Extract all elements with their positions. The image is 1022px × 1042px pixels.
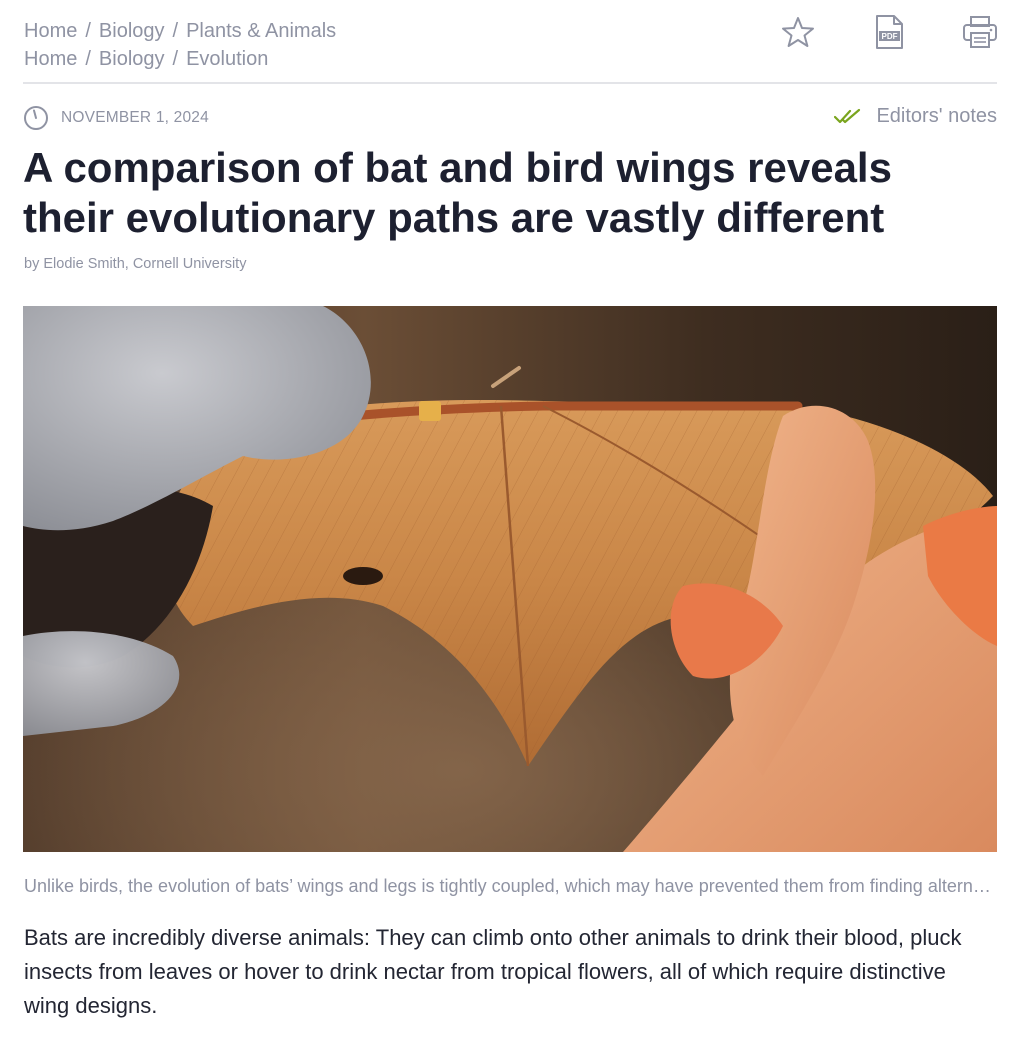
printer-icon xyxy=(963,16,997,48)
breadcrumb-separator: / xyxy=(172,48,179,70)
affiliation-link[interactable]: Cornell University xyxy=(133,256,247,272)
breadcrumb-link-evolution[interactable]: Evolution xyxy=(186,48,268,70)
author-link[interactable]: Elodie Smith xyxy=(43,256,124,272)
breadcrumb-link-biology[interactable]: Biology xyxy=(99,20,165,42)
pdf-button[interactable]: PDF xyxy=(871,14,907,50)
article-lead-paragraph: Bats are incredibly diverse animals: The… xyxy=(24,925,962,1018)
hero-image xyxy=(23,306,997,852)
image-caption: Unlike birds, the evolution of bats’ win… xyxy=(24,876,996,896)
pdf-icon-label: PDF xyxy=(882,32,898,41)
clock-icon xyxy=(24,106,48,130)
star-icon xyxy=(782,17,814,47)
breadcrumb: Home / Biology / Evolution xyxy=(24,45,336,73)
pdf-icon: PDF xyxy=(876,15,903,49)
breadcrumb-separator: / xyxy=(85,20,91,42)
article-title: A comparison of bat and bird wings revea… xyxy=(23,144,892,241)
byline-comma: , xyxy=(124,256,133,272)
breadcrumb-link-biology[interactable]: Biology xyxy=(99,48,165,70)
header-divider xyxy=(23,82,997,84)
editors-notes-link[interactable]: Editors' notes xyxy=(834,105,997,128)
publish-date-text: NOVEMBER 1, 2024 xyxy=(61,109,209,126)
double-check-icon xyxy=(834,108,861,123)
print-button[interactable] xyxy=(962,14,998,50)
breadcrumb-separator: / xyxy=(85,48,91,70)
breadcrumb-link-home[interactable]: Home xyxy=(24,48,77,70)
publish-date: NOVEMBER 1, 2024 xyxy=(23,105,209,131)
breadcrumb-link-home[interactable]: Home xyxy=(24,20,77,42)
breadcrumb-group: Home / Biology / Plants & Animals Home / Biolo… xyxy=(24,17,336,73)
breadcrumb-link-plants-animals[interactable]: Plants & Animals xyxy=(186,20,336,42)
editors-notes-label: Editors' notes xyxy=(876,105,997,127)
breadcrumb: Home / Biology / Plants & Animals xyxy=(24,17,336,45)
article-toolbar: PDF xyxy=(780,14,998,50)
bookmark-button[interactable] xyxy=(780,14,816,50)
breadcrumb-separator: / xyxy=(172,20,179,42)
byline-prefix: by xyxy=(24,256,40,272)
article-meta: NOVEMBER 1, 2024 Editors' notes xyxy=(23,105,997,133)
article-page: Home / Biology / Plants & Animals Home / Biolo… xyxy=(0,0,1022,1042)
byline: by Elodie Smith, Cornell University xyxy=(24,256,246,272)
bat-wing-photo xyxy=(23,306,997,852)
